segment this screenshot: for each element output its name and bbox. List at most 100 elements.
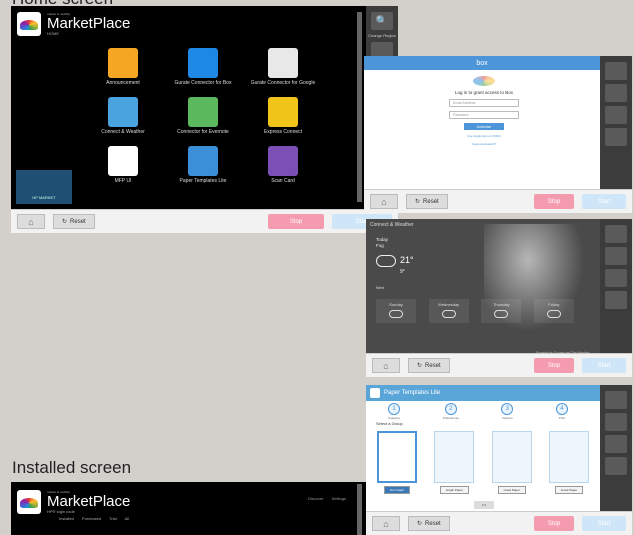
paper-titlebar: Paper Templates Lite bbox=[366, 385, 600, 401]
forecast-day: Thursday bbox=[481, 299, 522, 323]
tab-trial[interactable]: Trial bbox=[109, 516, 117, 521]
stop-button[interactable]: Stop bbox=[268, 214, 324, 229]
home-button[interactable]: ⌂ bbox=[372, 358, 400, 373]
template-button[interactable]: Dot Graph bbox=[384, 486, 410, 494]
scrollbar[interactable] bbox=[357, 12, 362, 202]
rail-button[interactable] bbox=[605, 84, 627, 102]
rail-button[interactable] bbox=[605, 391, 627, 409]
reset-label: Reset bbox=[425, 520, 441, 527]
stop-button[interactable]: Stop bbox=[534, 194, 574, 209]
app-tile[interactable]: Gurate Connector for Box bbox=[163, 48, 243, 87]
step[interactable]: 1 Category bbox=[388, 403, 400, 420]
app-tile[interactable]: Connect & Weather bbox=[83, 96, 163, 136]
template-button[interactable]: Lined Paper bbox=[497, 486, 526, 494]
rail-button[interactable] bbox=[605, 457, 627, 475]
start-button[interactable]: Start bbox=[582, 358, 626, 373]
app-label: Connector for Evernote bbox=[177, 128, 229, 135]
cloud-icon bbox=[389, 310, 403, 318]
authorize-button[interactable]: Authorize bbox=[464, 123, 504, 130]
app-tile[interactable]: Connector for Evernote bbox=[163, 96, 243, 136]
template-button[interactable]: Graph Paper bbox=[439, 486, 469, 494]
step[interactable]: 2 Preferences bbox=[443, 403, 459, 420]
current-temperature: 21° 9° bbox=[400, 255, 414, 275]
app-title: MarketPlace bbox=[47, 15, 131, 32]
forecast-day: Friday bbox=[533, 299, 574, 323]
template-preview bbox=[434, 431, 475, 483]
password-field[interactable]: Password bbox=[449, 111, 519, 119]
app-title: MarketPlace bbox=[47, 493, 131, 510]
app-tile[interactable]: Scan Card bbox=[243, 145, 323, 185]
bottom-bar: ⌂ ↻ Reset Stop Start bbox=[11, 209, 398, 233]
marketplace-logo bbox=[17, 12, 41, 36]
template-card[interactable]: Graph Paper bbox=[431, 431, 477, 494]
template-card[interactable]: Dot Graph bbox=[374, 431, 420, 494]
app-tile[interactable]: MFP UI bbox=[83, 145, 163, 185]
rail-button[interactable] bbox=[605, 413, 627, 431]
app-label: Gurate Connector for Google bbox=[250, 80, 316, 86]
forecast-row: Sunday Wednesday Thursday Friday bbox=[376, 299, 574, 323]
template-card[interactable]: Lined Paper bbox=[489, 431, 535, 494]
rail-button[interactable] bbox=[605, 225, 627, 243]
link-settings[interactable]: Settings bbox=[332, 496, 346, 501]
mfp-ui-icon bbox=[108, 145, 138, 176]
rail-button[interactable] bbox=[605, 291, 627, 309]
app-tile[interactable]: Express Connect bbox=[243, 96, 323, 136]
express-connect-icon bbox=[268, 96, 298, 127]
home-button[interactable]: ⌂ bbox=[370, 194, 398, 209]
installed-tabs: Installed Purchased Trial All bbox=[59, 516, 129, 521]
forecast-day-label: Sunday bbox=[389, 302, 403, 307]
reset-button[interactable]: ↻ Reset bbox=[408, 358, 450, 373]
rail-button[interactable] bbox=[605, 247, 627, 265]
step[interactable]: 4 Print bbox=[555, 403, 568, 420]
group-heading: Select a Group bbox=[376, 421, 403, 426]
tab-purchased[interactable]: Purchased bbox=[82, 516, 101, 521]
sso-link[interactable]: Use single sign on (SSO) bbox=[467, 134, 501, 138]
forecast-label: Next bbox=[376, 285, 385, 290]
installed-screen-caption: Installed screen bbox=[12, 458, 132, 477]
reset-button[interactable]: ↻ Reset bbox=[406, 194, 448, 209]
reset-button[interactable]: ↻ Reset bbox=[408, 516, 450, 531]
step[interactable]: 3 Options bbox=[501, 403, 514, 420]
installed-screen: market & mobility MarketPlace HP® login … bbox=[11, 482, 366, 535]
box-screen: box Log in to grant access to Box Email … bbox=[364, 56, 632, 213]
rail-button[interactable] bbox=[605, 106, 627, 124]
stop-button[interactable]: Stop bbox=[534, 358, 574, 373]
home-button[interactable]: ⌂ bbox=[17, 214, 45, 229]
tab-installed[interactable]: Installed bbox=[59, 516, 74, 521]
template-button[interactable]: Lined Paper bbox=[554, 486, 584, 494]
step-indicator: 1 Category 2 Preferences 3 Options 4 Print bbox=[388, 403, 568, 420]
reset-icon: ↻ bbox=[417, 363, 423, 369]
rail-button[interactable] bbox=[605, 128, 627, 146]
rail-button[interactable] bbox=[605, 269, 627, 287]
water-splash-image bbox=[484, 224, 594, 344]
home-screen: market & mobility MarketPlace HOME Annou… bbox=[11, 6, 398, 233]
temp-high: 21° bbox=[400, 255, 414, 265]
zoom-icon[interactable]: 🔍 bbox=[371, 12, 393, 30]
marketplace-logo bbox=[17, 490, 41, 514]
forgot-password-link[interactable]: Forgot password? bbox=[472, 142, 496, 146]
template-card[interactable]: Lined Paper bbox=[546, 431, 592, 494]
stop-button[interactable]: Stop bbox=[534, 516, 574, 531]
step-number: 4 bbox=[555, 403, 568, 415]
app-tile[interactable]: Paper Templates Lite bbox=[163, 145, 243, 185]
link-discover[interactable]: Discover bbox=[308, 496, 324, 501]
step-label: Preferences bbox=[442, 416, 459, 420]
scrollbar[interactable] bbox=[357, 484, 362, 535]
rail-button[interactable] bbox=[605, 62, 627, 80]
app-label: MFP UI bbox=[114, 177, 132, 184]
google-connector-icon bbox=[268, 48, 298, 78]
home-button[interactable]: ⌂ bbox=[372, 516, 400, 531]
email-field[interactable]: Email Address bbox=[449, 99, 519, 107]
rail-button[interactable] bbox=[605, 435, 627, 453]
app-tile[interactable]: Announcement bbox=[83, 48, 163, 87]
start-button[interactable]: Start bbox=[582, 516, 626, 531]
tab-all[interactable]: All bbox=[125, 516, 129, 521]
template-groups: Dot Graph Graph Paper Lined Paper Lined Pap… bbox=[374, 431, 592, 494]
start-button[interactable]: Start bbox=[582, 194, 626, 209]
hp-market-badge[interactable]: HP MARKET bbox=[16, 170, 72, 204]
forecast-day: Sunday bbox=[376, 299, 416, 323]
step-label: Print bbox=[558, 416, 566, 420]
app-tile[interactable]: Gurate Connector for Google bbox=[243, 48, 323, 87]
reset-button[interactable]: ↻ Reset bbox=[53, 214, 95, 229]
weather-today: Today Fog bbox=[376, 237, 388, 250]
